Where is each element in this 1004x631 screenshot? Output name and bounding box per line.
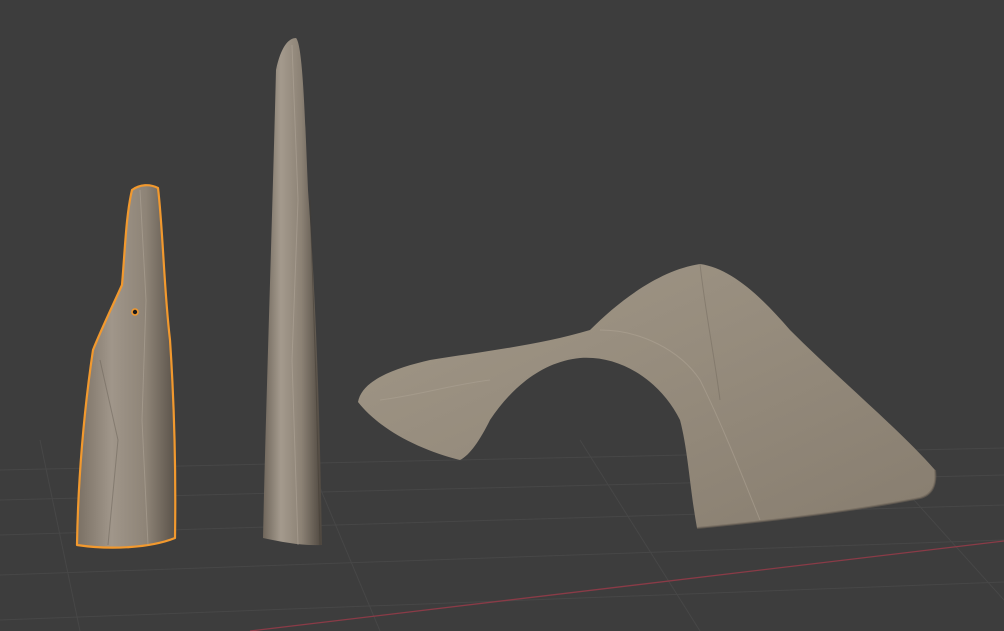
3d-viewport[interactable] (0, 0, 1004, 631)
rock-arch[interactable] (358, 263, 937, 529)
rock-pillar-tall[interactable] (263, 38, 322, 546)
rock-pillar-short[interactable] (75, 184, 177, 549)
object-origin-point (131, 308, 139, 316)
